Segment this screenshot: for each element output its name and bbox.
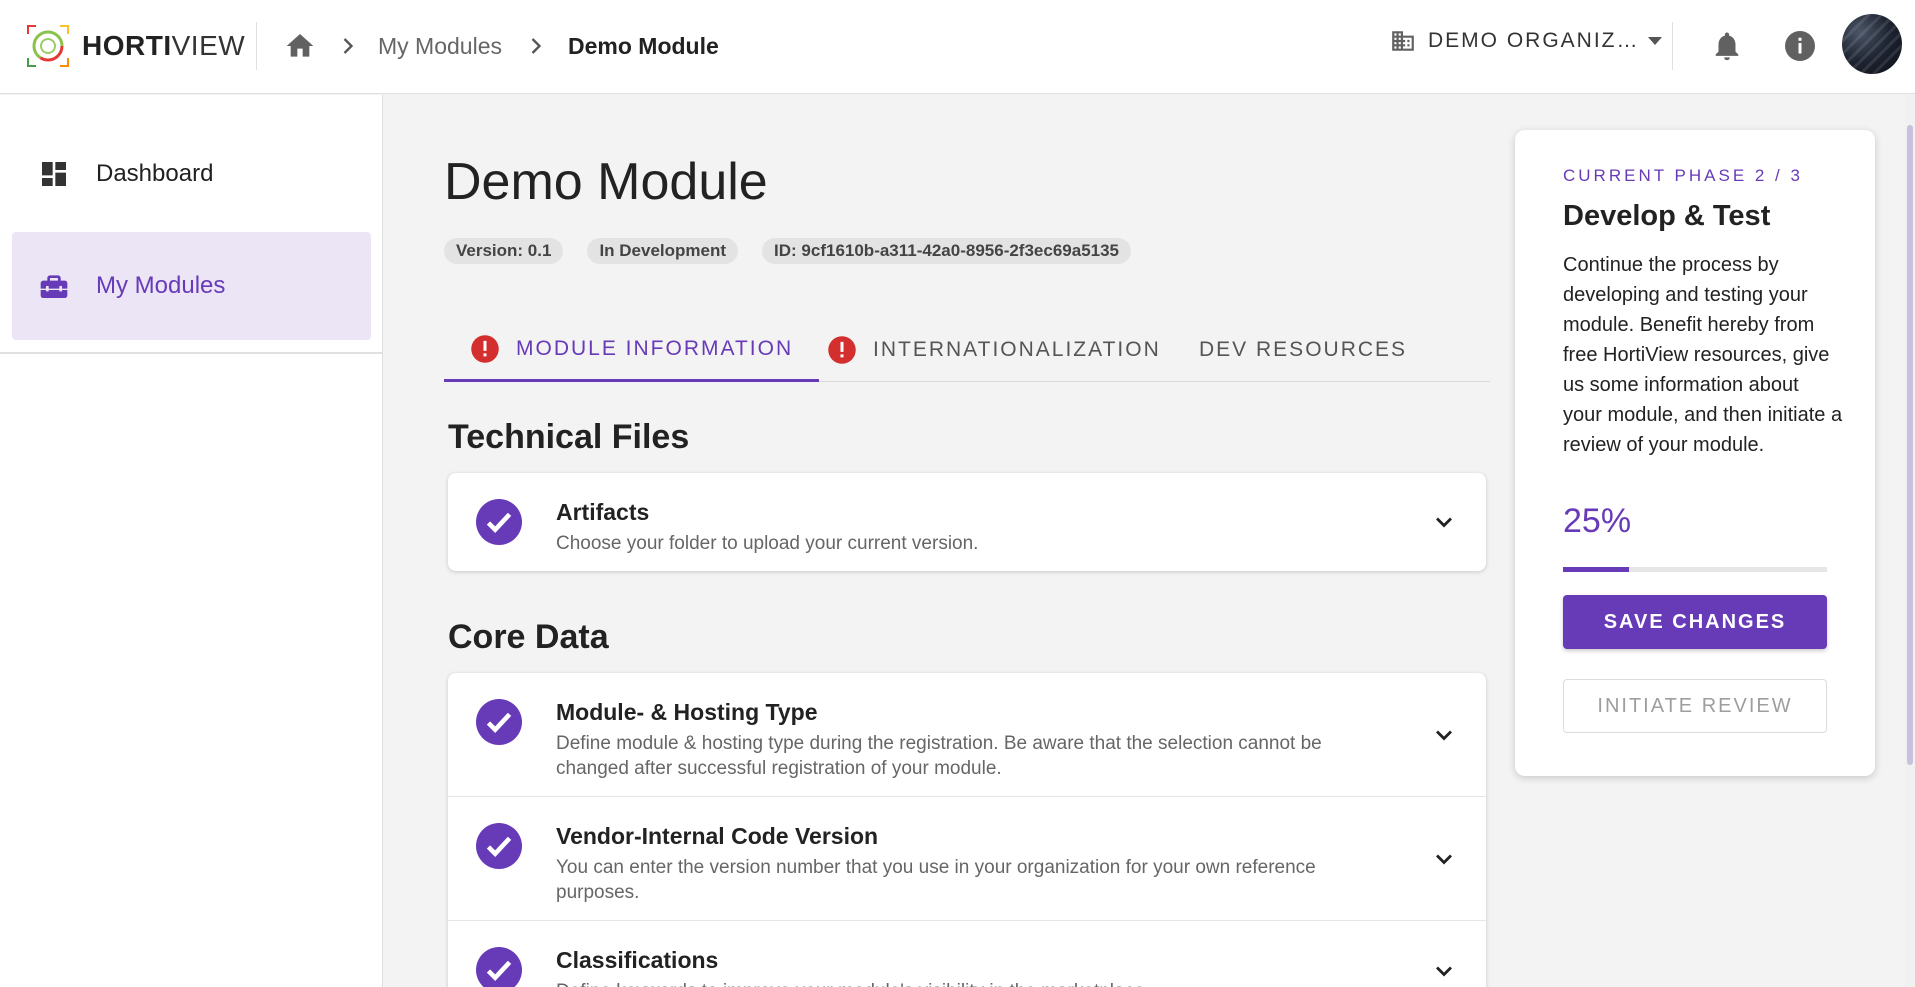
tab-label: INTERNATIONALIZATION <box>873 338 1161 361</box>
logo-text-light: VIEW <box>171 30 246 61</box>
module-chips: Version: 0.1 In Development ID: 9cf1610b… <box>444 238 1132 264</box>
accordion-row-module-hosting-type[interactable]: Module- & Hosting Type Define module & h… <box>448 673 1486 797</box>
save-changes-button[interactable]: SAVE CHANGES <box>1563 595 1827 649</box>
phase-card: CURRENT PHASE 2 / 3 Develop & Test Conti… <box>1515 130 1875 776</box>
phase-title: Develop & Test <box>1563 200 1771 232</box>
tab-label: DEV RESOURCES <box>1199 338 1408 361</box>
hortiview-logo[interactable]: HORTIVIEW <box>24 22 245 70</box>
tab-internationalization[interactable]: INTERNATIONALIZATION <box>827 318 1161 382</box>
row-description: Define module & hosting type during the … <box>556 733 1322 779</box>
accordion-row-vendor-internal-code-version[interactable]: Vendor-Internal Code Version You can ent… <box>448 797 1486 921</box>
chevron-down-icon[interactable] <box>1430 508 1458 536</box>
row-title: Classifications <box>556 947 719 973</box>
phase-label: CURRENT PHASE 2 / 3 <box>1563 166 1803 185</box>
core-data-card: Module- & Hosting Type Define module & h… <box>448 673 1486 987</box>
sidebar-item-my-modules[interactable]: My Modules <box>12 232 371 340</box>
accordion-row-classifications[interactable]: Classifications Define keywords to impro… <box>448 921 1486 987</box>
row-description: Define keywords to improve your module's… <box>556 979 1376 987</box>
row-title: Artifacts <box>556 499 650 525</box>
info-icon[interactable] <box>1782 28 1818 64</box>
technical-files-card: Artifacts Choose your folder to upload y… <box>448 473 1486 571</box>
user-avatar[interactable] <box>1842 14 1902 74</box>
organization-selector[interactable]: DEMO ORGANIZ… <box>1390 28 1662 54</box>
scrollbar[interactable] <box>1905 95 1915 987</box>
toolbox-icon <box>40 275 68 298</box>
id-chip: ID: 9cf1610b-a311-42a0-8956-2f3ec69a5135 <box>762 238 1132 264</box>
tab-bar: MODULE INFORMATION INTERNATIONALIZATION … <box>444 318 1490 382</box>
scrollbar-thumb[interactable] <box>1907 125 1913 765</box>
row-description: You can enter the version number that yo… <box>556 857 1316 903</box>
tab-module-information[interactable]: MODULE INFORMATION <box>444 318 820 382</box>
app-header: HORTIVIEW My Modules Demo Module DEMO OR… <box>0 0 1915 94</box>
chevron-right-icon <box>343 38 354 54</box>
section-title-technical-files: Technical Files <box>448 418 690 456</box>
chevron-right-icon <box>531 38 542 54</box>
check-circle-icon <box>476 947 522 987</box>
progress-fill <box>1563 567 1629 572</box>
sidebar: Dashboard My Modules <box>0 95 383 987</box>
check-circle-icon <box>476 499 522 545</box>
sidebar-item-dashboard[interactable]: Dashboard <box>12 120 371 228</box>
logo-icon <box>27 25 69 67</box>
breadcrumb-my-modules[interactable]: My Modules <box>378 30 502 62</box>
sidebar-divider <box>0 352 383 354</box>
status-chip: In Development <box>587 238 739 264</box>
chevron-down-icon[interactable] <box>1430 957 1458 985</box>
chevron-down-icon[interactable] <box>1430 845 1458 873</box>
logo-text: HORTIVIEW <box>82 30 245 62</box>
header-divider <box>1672 22 1673 70</box>
phase-progress-bar <box>1563 567 1827 572</box>
initiate-review-button[interactable]: INITIATE REVIEW <box>1563 679 1827 733</box>
breadcrumb-current: Demo Module <box>568 33 719 59</box>
row-title: Module- & Hosting Type <box>556 699 818 725</box>
logo-text-bold: HORTI <box>82 30 172 61</box>
phase-percent: 25% <box>1563 502 1632 540</box>
dashboard-icon <box>42 162 66 186</box>
warning-icon <box>828 336 856 364</box>
row-description: Choose your folder to upload your curren… <box>556 533 979 554</box>
row-title: Vendor-Internal Code Version <box>556 823 879 849</box>
version-chip: Version: 0.1 <box>444 238 564 264</box>
sidebar-item-label: Dashboard <box>96 160 214 187</box>
organization-label: DEMO ORGANIZ… <box>1428 29 1640 52</box>
chevron-down-icon[interactable] <box>1430 721 1458 749</box>
caret-down-icon <box>1647 37 1662 45</box>
tab-label: MODULE INFORMATION <box>516 336 794 360</box>
check-circle-icon <box>476 699 522 745</box>
tab-dev-resources[interactable]: DEV RESOURCES <box>1199 318 1407 382</box>
bell-icon[interactable] <box>1710 28 1744 64</box>
warning-icon <box>471 334 499 363</box>
accordion-row-artifacts[interactable]: Artifacts Choose your folder to upload y… <box>448 473 1486 571</box>
phase-description: Continue the process by developing and t… <box>1563 254 1843 456</box>
section-title-core-data: Core Data <box>448 618 609 656</box>
header-divider <box>256 22 257 70</box>
page-title: Demo Module <box>444 153 768 211</box>
sidebar-item-label: My Modules <box>96 272 226 299</box>
home-icon[interactable] <box>284 30 316 62</box>
check-circle-icon <box>476 823 522 869</box>
building-icon <box>1392 31 1414 51</box>
